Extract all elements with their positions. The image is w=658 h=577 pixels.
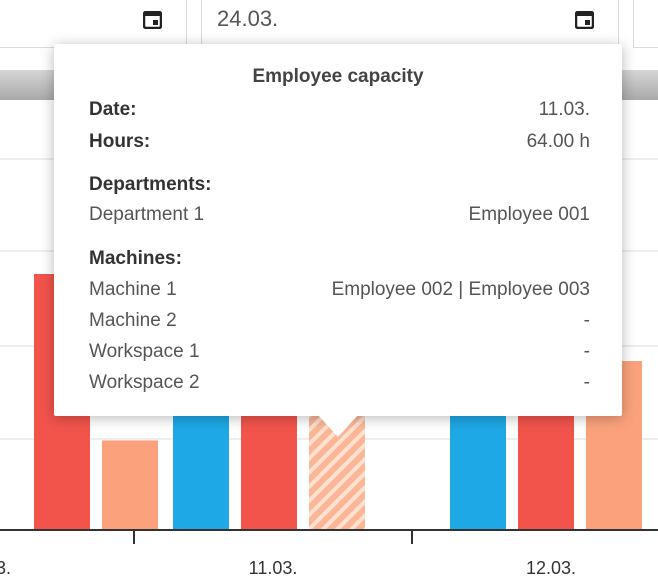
date-label: Date: xyxy=(89,99,137,120)
tooltip-hours-row: Hours: 64.00 h xyxy=(89,131,590,155)
machine-row: Machine 2 - xyxy=(89,310,590,334)
machine-name: Workspace 2 xyxy=(89,372,200,393)
tooltip-pointer xyxy=(318,415,358,437)
machine-value: - xyxy=(583,310,590,331)
machine-value: Employee 002 | Employee 003 xyxy=(331,279,590,300)
department-value: Employee 001 xyxy=(468,204,590,225)
department-name: Department 1 xyxy=(89,204,205,225)
department-row: Department 1 Employee 001 xyxy=(89,204,590,228)
x-axis xyxy=(0,529,658,544)
departments-heading: Departments: xyxy=(89,174,212,195)
bar xyxy=(102,440,158,530)
machine-row: Workspace 1 - xyxy=(89,341,590,365)
date-value: 11.03. xyxy=(538,99,590,120)
hours-label: Hours: xyxy=(89,131,151,152)
machine-row: Machine 1 Employee 002 | Employee 003 xyxy=(89,279,590,303)
calendar-icon[interactable] xyxy=(143,11,162,29)
start-date-input[interactable] xyxy=(0,0,187,48)
machine-value: - xyxy=(583,341,590,362)
x-tick-label: 12.03. xyxy=(526,558,576,577)
machine-row: Workspace 2 - xyxy=(89,372,590,396)
machine-value: - xyxy=(583,372,590,393)
end-date-input[interactable]: 24.03. xyxy=(201,0,619,48)
capacity-tooltip: Employee capacity Date: 11.03. Hours: 64… xyxy=(54,44,622,437)
date-control-edge[interactable] xyxy=(633,0,658,48)
x-tick-label: 3. xyxy=(0,558,11,577)
x-axis-labels: 3. 11.03. 12.03. xyxy=(0,558,576,577)
tooltip-title: Employee capacity xyxy=(252,66,424,87)
calendar-icon[interactable] xyxy=(575,11,594,29)
machine-name: Machine 1 xyxy=(89,279,177,300)
machine-name: Workspace 1 xyxy=(89,341,200,362)
machines-heading: Machines: xyxy=(89,248,182,269)
end-date-value: 24.03. xyxy=(217,6,279,31)
hours-value: 64.00 h xyxy=(526,131,590,152)
x-tick-label: 11.03. xyxy=(249,558,298,577)
machine-name: Machine 2 xyxy=(89,310,177,331)
tooltip-date-row: Date: 11.03. xyxy=(89,99,590,123)
